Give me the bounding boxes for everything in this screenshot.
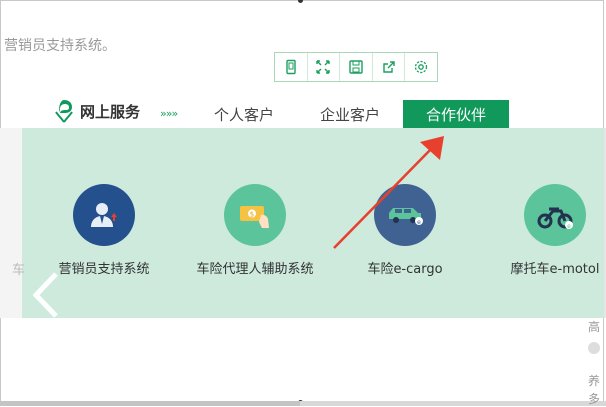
panel-edge-left: [0, 128, 22, 318]
svg-text:$: $: [250, 211, 254, 219]
service-label: 车险e-cargo: [367, 262, 443, 277]
mobile-icon[interactable]: [275, 53, 308, 81]
nav-partners[interactable]: 合作伙伴: [403, 100, 509, 128]
e-leaf-logo-icon: [55, 100, 73, 123]
scrollbar-thumb[interactable]: [0, 401, 300, 406]
floating-toolbar: [274, 52, 438, 82]
agent-user-icon: [73, 184, 135, 246]
service-label: 营销员支持系统: [58, 262, 150, 277]
right-text-fragment: 养: [588, 374, 601, 388]
share-icon[interactable]: [373, 53, 406, 81]
right-text-fragment: 多: [588, 392, 601, 406]
annotation-arrow-icon: [333, 136, 444, 249]
motorcycle-icon: e: [524, 184, 586, 246]
save-icon[interactable]: [340, 53, 373, 81]
right-avatar-fragment: [588, 342, 600, 354]
nav-enterprise-customers[interactable]: 企业客户: [320, 104, 380, 125]
logo-text: 网上服务: [80, 102, 141, 121]
service-marketing-support[interactable]: 营销员支持系统: [24, 184, 184, 277]
card-hand-icon: $: [224, 184, 286, 246]
online-service-logo[interactable]: 网上服务: [54, 98, 140, 124]
prev-arrow-icon[interactable]: [30, 270, 70, 320]
svg-text:e: e: [567, 223, 571, 230]
fullscreen-icon[interactable]: [308, 53, 341, 81]
service-label: 摩托车e-motol: [510, 262, 600, 277]
chevrons-icon: »»»: [160, 107, 178, 120]
right-text-fragment: 高: [588, 320, 601, 334]
service-agent-assist[interactable]: $ 车险代理人辅助系统: [175, 184, 335, 277]
background-text: 营销员支持系统。: [4, 38, 116, 54]
service-e-motol[interactable]: e 摩托车e-motol: [475, 184, 606, 277]
settings-icon[interactable]: [405, 53, 437, 81]
service-label: 车险代理人辅助系统: [196, 262, 314, 277]
horizontal-scrollbar[interactable]: [0, 401, 606, 406]
nav-personal-customers[interactable]: 个人客户: [214, 104, 274, 125]
